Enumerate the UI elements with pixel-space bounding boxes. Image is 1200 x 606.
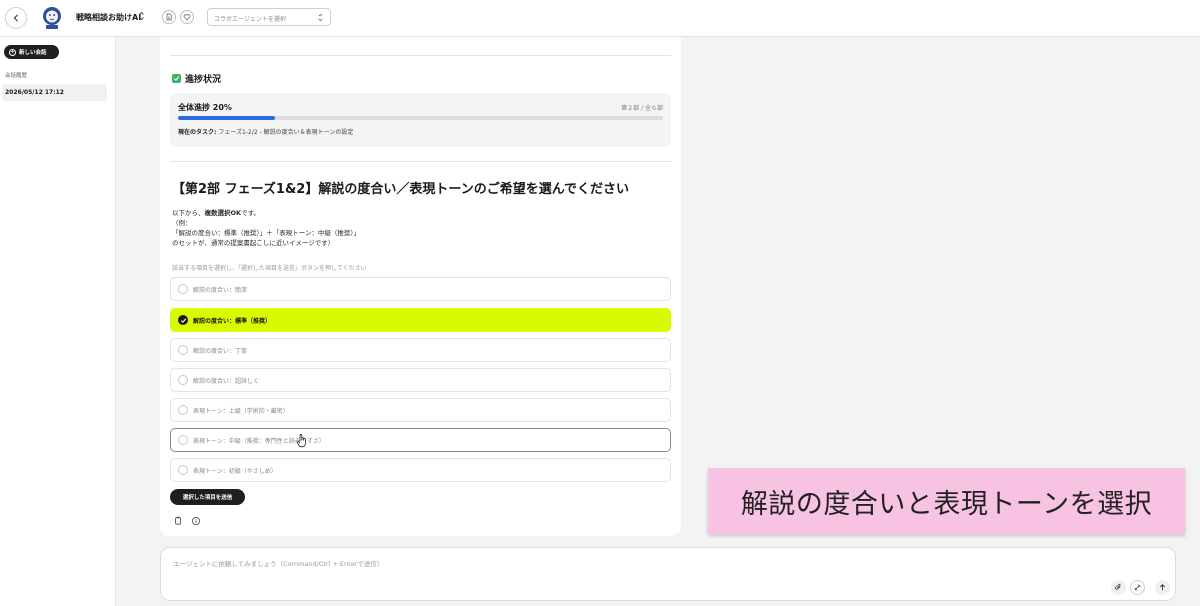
- progress-heading: 進捗状況: [172, 72, 221, 85]
- current-task-text: フェーズ1-2/2 - 解説の度合い＆表現トーンの設定: [218, 129, 354, 136]
- message-input[interactable]: [173, 558, 1073, 570]
- intro-line: のセットが、通常の提案書起こしに近いイメージです）: [172, 239, 335, 247]
- sidebar: + 新しい会話 会話履歴 2026/05/12 17:12: [0, 37, 116, 606]
- app-logo: [40, 5, 64, 31]
- chevron-updown-icon[interactable]: [137, 10, 146, 22]
- agent-select-placeholder: コラボエージェントを選択: [214, 16, 286, 23]
- option-item[interactable]: 解説の度合い：超詳しく: [170, 368, 671, 392]
- intro-emphasis: 複数選択OK: [204, 209, 242, 217]
- message-composer: [160, 547, 1176, 601]
- intro-line: 「解説の度合い：標準（推奨）」＋「表現トーン：中級（推奨）」: [172, 229, 361, 237]
- option-label: 解説の度合い：簡潔: [193, 286, 248, 294]
- option-label: 表現トーン：初級（やさしめ）: [193, 467, 277, 475]
- progress-panel: 全体進捗 20% 第２部 / 全６部 現在のタスク: フェーズ1-2/2 - 解…: [170, 93, 671, 147]
- radio-button[interactable]: [178, 284, 188, 294]
- caption-overlay: 解説の度合いと表現トーンを選択: [708, 468, 1185, 534]
- progress-bar-fill: [178, 116, 275, 120]
- chevron-left-icon: [13, 14, 18, 22]
- option-label: 解説の度合い：超詳しく: [193, 377, 260, 385]
- hand-cursor-icon: [296, 434, 306, 448]
- checkbox-icon: [172, 74, 181, 83]
- plus-icon: +: [9, 48, 16, 56]
- radio-button[interactable]: [178, 345, 188, 355]
- part-count: 第２部 / 全６部: [621, 105, 663, 112]
- radio-button[interactable]: [178, 465, 188, 475]
- option-label: 解説の度合い：標準（推奨）: [193, 317, 272, 325]
- chat-message-card: 進捗状況 全体進捗 20% 第２部 / 全６部 現在のタスク: フェーズ1-2/…: [160, 37, 681, 536]
- divider: [170, 161, 671, 162]
- question-intro: 以下から、複数選択OKです。 （例： 「解説の度合い：標準（推奨）」＋「表現トー…: [172, 208, 360, 248]
- option-item[interactable]: 解説の度合い：標準（推奨）: [170, 308, 671, 332]
- document-button[interactable]: [162, 10, 176, 24]
- paperclip-icon: [1115, 583, 1121, 590]
- arrow-up-icon: [1159, 584, 1166, 591]
- agent-select[interactable]: コラボエージェントを選択: [207, 8, 331, 26]
- radio-button[interactable]: [178, 315, 188, 325]
- history-heading: 会話履歴: [5, 73, 28, 79]
- check-icon: [180, 318, 186, 323]
- option-item[interactable]: 解説の度合い：丁寧: [170, 338, 671, 362]
- radio-button[interactable]: [178, 435, 188, 445]
- intro-line: （例：: [172, 219, 192, 227]
- overall-progress-label: 全体進捗 20%: [178, 103, 232, 112]
- attach-button[interactable]: [1111, 580, 1126, 595]
- chevron-updown-icon: [318, 13, 323, 22]
- new-chat-button[interactable]: + 新しい会話: [4, 45, 59, 59]
- copy-icon[interactable]: [173, 516, 183, 526]
- submit-selection-button[interactable]: 選択した項目を送信: [170, 489, 245, 505]
- option-item[interactable]: 表現トーン：中級（推奨：専門性と読みやすさ）: [170, 428, 671, 452]
- top-bar: 戦略相談お助けAI コラボエージェントを選択: [0, 0, 1200, 37]
- radio-button[interactable]: [178, 405, 188, 415]
- history-item[interactable]: 2026/05/12 17:12: [2, 84, 107, 101]
- option-label: 表現トーン：上級（学術的・厳密）: [193, 407, 289, 415]
- divider: [170, 55, 671, 56]
- question-title: 【第2部 フェーズ1&2】解説の度合い／表現トーンのご希望を選んでください: [172, 182, 630, 197]
- info-icon[interactable]: [191, 516, 201, 526]
- heart-icon: [183, 14, 191, 21]
- document-icon: [166, 13, 172, 21]
- current-task-prefix: 現在のタスク:: [178, 129, 217, 136]
- tools-icon: [1134, 584, 1141, 591]
- option-label: 解説の度合い：丁寧: [193, 347, 248, 355]
- app-name[interactable]: 戦略相談お助けAI: [76, 12, 141, 23]
- current-task: 現在のタスク: フェーズ1-2/2 - 解説の度合い＆表現トーンの設定: [178, 127, 353, 136]
- tools-button[interactable]: [1130, 580, 1145, 595]
- back-button[interactable]: [5, 7, 27, 29]
- instruction-hint: 該当する項目を選択し、「選択した項目を送信」ボタンを押してください: [172, 265, 367, 272]
- new-chat-label: 新しい会話: [19, 50, 47, 56]
- send-button[interactable]: [1155, 580, 1170, 595]
- progress-bar: [178, 116, 663, 120]
- option-item[interactable]: 表現トーン：上級（学術的・厳密）: [170, 398, 671, 422]
- intro-line: 以下から、複数選択OKです。: [172, 209, 260, 217]
- radio-button[interactable]: [178, 375, 188, 385]
- progress-heading-text: 進捗状況: [185, 75, 222, 85]
- option-item[interactable]: 表現トーン：初級（やさしめ）: [170, 458, 671, 482]
- favorite-button[interactable]: [180, 10, 194, 24]
- option-item[interactable]: 解説の度合い：簡潔: [170, 277, 671, 301]
